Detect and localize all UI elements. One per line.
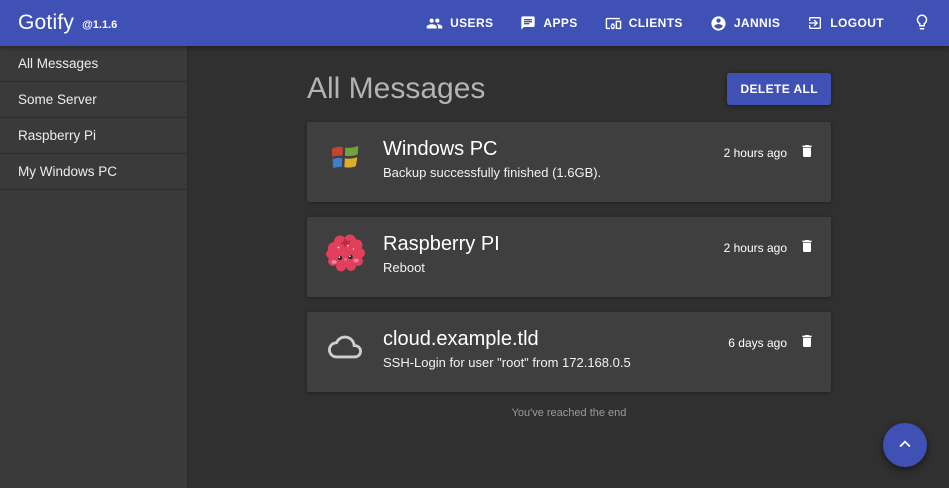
trash-icon [799, 143, 815, 162]
message-meta: 2 hours ago [724, 234, 821, 261]
message-title: Windows PC [383, 138, 724, 160]
nav-logout[interactable]: LOGOUT [807, 15, 884, 31]
nav-logout-label: LOGOUT [830, 16, 884, 30]
sidebar-item-label: My Windows PC [18, 164, 117, 179]
message-body: Backup successfully finished (1.6GB). [383, 165, 724, 180]
windows-logo-icon [325, 137, 365, 177]
lightbulb-icon [913, 13, 931, 34]
appbar: Gotify @1.1.6 USERS APPS CLIENTS [0, 0, 949, 46]
nav-users[interactable]: USERS [426, 15, 493, 32]
trash-icon [799, 238, 815, 257]
trash-icon [799, 333, 815, 352]
gotify-app: Gotify @1.1.6 USERS APPS CLIENTS [0, 0, 949, 488]
chat-icon [520, 15, 536, 31]
message-title: Raspberry PI [383, 233, 724, 255]
delete-message-button[interactable] [793, 329, 821, 356]
end-of-list-text: You've reached the end [307, 407, 831, 419]
sidebar-item-my-windows-pc[interactable]: My Windows PC [0, 154, 187, 190]
sidebar-item-label: Raspberry Pi [18, 128, 96, 143]
chevron-up-icon [894, 433, 916, 458]
nav-profile[interactable]: JANNIS [710, 15, 780, 32]
delete-message-button[interactable] [793, 234, 821, 261]
message-texts: Raspberry PI Reboot [383, 231, 724, 275]
message-card-cloud: cloud.example.tld SSH-Login for user "ro… [307, 312, 831, 392]
sidebar-item-label: Some Server [18, 92, 97, 107]
sidebar-item-label: All Messages [18, 56, 98, 71]
message-texts: cloud.example.tld SSH-Login for user "ro… [383, 326, 728, 370]
message-card-windows-pc: Windows PC Backup successfully finished … [307, 122, 831, 202]
page-header: All Messages DELETE ALL [307, 72, 831, 106]
main-content: All Messages DELETE ALL Windows PC Backu… [189, 46, 949, 488]
users-icon [426, 15, 443, 32]
page-title: All Messages [307, 72, 485, 106]
scroll-to-top-button[interactable] [883, 423, 927, 467]
cloud-icon [325, 327, 365, 367]
app-title: Gotify [18, 11, 74, 35]
sidebar-item-raspberry-pi[interactable]: Raspberry Pi [0, 118, 187, 154]
app-version: @1.1.6 [82, 19, 117, 31]
message-title: cloud.example.tld [383, 328, 728, 350]
message-card-raspberry-pi: Raspberry PI Reboot 2 hours ago [307, 217, 831, 297]
message-texts: Windows PC Backup successfully finished … [383, 136, 724, 180]
logout-icon [807, 15, 823, 31]
theme-toggle-button[interactable] [911, 11, 933, 36]
delete-message-button[interactable] [793, 139, 821, 166]
sidebar-item-some-server[interactable]: Some Server [0, 82, 187, 118]
message-timestamp: 2 hours ago [724, 146, 787, 160]
devices-icon [605, 15, 622, 32]
message-body: SSH-Login for user "root" from 172.168.0… [383, 355, 728, 370]
message-meta: 6 days ago [728, 329, 821, 356]
nav-users-label: USERS [450, 16, 493, 30]
nav-clients-label: CLIENTS [629, 16, 683, 30]
message-body: Reboot [383, 260, 724, 275]
raspberry-icon [325, 232, 365, 272]
appbar-nav: USERS APPS CLIENTS JANNIS [426, 11, 933, 36]
delete-all-button[interactable]: DELETE ALL [727, 73, 831, 105]
nav-apps[interactable]: APPS [520, 15, 577, 31]
message-timestamp: 2 hours ago [724, 241, 787, 255]
nav-apps-label: APPS [543, 16, 577, 30]
sidebar: All Messages Some Server Raspberry Pi My… [0, 46, 188, 488]
nav-clients[interactable]: CLIENTS [605, 15, 683, 32]
message-meta: 2 hours ago [724, 139, 821, 166]
message-timestamp: 6 days ago [728, 336, 787, 350]
account-circle-icon [710, 15, 727, 32]
nav-profile-label: JANNIS [734, 16, 780, 30]
sidebar-item-all-messages[interactable]: All Messages [0, 46, 187, 82]
